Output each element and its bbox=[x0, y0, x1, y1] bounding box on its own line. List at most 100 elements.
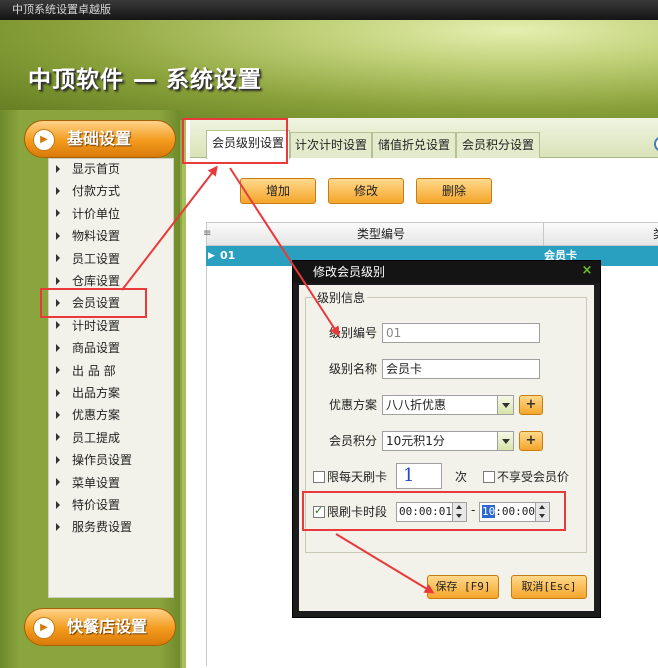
highlight-box-tab bbox=[182, 118, 288, 164]
dialog-body: 级别信息 级别编号 01 级别名称 会员卡 优惠方案 八八折优惠 + 会员积分 … bbox=[299, 285, 594, 611]
dialog-title: 修改会员级别 bbox=[293, 261, 600, 283]
sidebar-item-label: 仓库设置 bbox=[72, 274, 121, 288]
caret-right-icon bbox=[56, 209, 60, 218]
sidebar-item-label: 商品设置 bbox=[72, 341, 121, 356]
highlight-box-time-limit bbox=[302, 491, 566, 531]
grid-col-divider bbox=[543, 223, 544, 245]
edit-button[interactable]: 修改 bbox=[328, 178, 404, 204]
no-member-price-label: 不享受会员价 bbox=[497, 470, 570, 484]
row-code: 01 bbox=[220, 249, 236, 262]
sidebar-group-label: 基础设置 bbox=[67, 129, 132, 148]
sidebar-item-label: 员工提成 bbox=[72, 430, 121, 445]
sidebar-item[interactable]: 计价单位 bbox=[56, 203, 120, 225]
edit-member-level-dialog: 修改会员级别 × 级别信息 级别编号 01 级别名称 会员卡 优惠方案 八八折优… bbox=[292, 260, 601, 618]
caret-right-icon bbox=[56, 478, 60, 487]
sidebar-item[interactable]: 菜单设置 bbox=[56, 472, 120, 494]
cancel-button[interactable]: 取消[Esc] bbox=[511, 575, 587, 599]
sidebar-item[interactable]: 出 品 部 bbox=[56, 360, 116, 382]
sidebar-item[interactable]: 商品设置 bbox=[56, 337, 120, 359]
sidebar-item[interactable]: 员工提成 bbox=[56, 427, 120, 449]
grid-corner-icon: ≡ bbox=[203, 228, 212, 239]
sidebar-item-label: 显示首页 bbox=[72, 162, 121, 176]
caret-right-icon bbox=[56, 321, 60, 330]
group-label: 级别信息 bbox=[315, 289, 368, 306]
sidebar-item-label: 优惠方案 bbox=[72, 408, 121, 423]
sidebar-group-label: 快餐店设置 bbox=[67, 617, 148, 636]
highlight-box-member-settings bbox=[40, 288, 147, 318]
chevron-down-icon[interactable] bbox=[497, 396, 513, 414]
caret-right-icon bbox=[56, 500, 60, 509]
expand-icon: ▶ bbox=[33, 129, 55, 151]
sidebar-item[interactable]: 特价设置 bbox=[56, 494, 120, 516]
expand-icon: ▶ bbox=[33, 617, 55, 639]
sidebar-item-label: 菜单设置 bbox=[72, 475, 121, 490]
caret-right-icon bbox=[56, 164, 60, 173]
chevron-down-icon[interactable] bbox=[497, 432, 513, 450]
caret-right-icon bbox=[56, 231, 60, 240]
grid-divider bbox=[206, 266, 207, 666]
discount-select[interactable]: 八八折优惠 bbox=[382, 395, 514, 415]
no-member-price-checkbox[interactable] bbox=[483, 471, 495, 483]
tab-stored-value[interactable]: 储值折兑设置 bbox=[372, 132, 456, 158]
grid-col-type[interactable]: 类 bbox=[653, 223, 658, 245]
sidebar-group-fastfood[interactable]: ▶ 快餐店设置 bbox=[24, 608, 176, 646]
grid-col-code[interactable]: 类型编号 bbox=[357, 223, 405, 245]
sidebar-item[interactable]: 显示首页 bbox=[56, 158, 120, 180]
sidebar-item[interactable]: 出品方案 bbox=[56, 382, 120, 404]
daily-limit-label: 限每天刷卡 bbox=[327, 470, 388, 484]
row-pointer-icon: ▶ bbox=[208, 251, 215, 261]
level-code-field[interactable]: 01 bbox=[382, 323, 540, 343]
sidebar-item[interactable]: 操作员设置 bbox=[56, 449, 132, 471]
discount-value: 八八折优惠 bbox=[386, 398, 447, 412]
caret-right-icon bbox=[56, 343, 60, 352]
sidebar-item-label: 物料设置 bbox=[72, 229, 121, 244]
tab-scroll-icon[interactable] bbox=[654, 136, 658, 152]
caret-right-icon bbox=[56, 455, 60, 464]
times-label: 次 bbox=[455, 470, 468, 484]
sidebar-item[interactable]: 优惠方案 bbox=[56, 404, 120, 426]
sidebar-item-label: 出 品 部 bbox=[72, 363, 116, 378]
sidebar-group-basic[interactable]: ▶ 基础设置 bbox=[24, 120, 176, 158]
sidebar-item-label: 计时设置 bbox=[72, 318, 121, 333]
caret-right-icon bbox=[56, 366, 60, 375]
sidebar-item-label: 服务费设置 bbox=[72, 520, 133, 535]
sidebar-item-label: 计价单位 bbox=[72, 206, 121, 221]
level-name-field[interactable]: 会员卡 bbox=[382, 359, 540, 379]
caret-right-icon bbox=[56, 522, 60, 531]
caret-right-icon bbox=[56, 388, 60, 397]
page-title: 中顶软件 — 系统设置 bbox=[28, 67, 263, 93]
points-value: 10元积1分 bbox=[386, 434, 445, 448]
add-points-button[interactable]: + bbox=[519, 431, 543, 451]
caret-right-icon bbox=[56, 276, 60, 285]
close-icon[interactable]: × bbox=[580, 264, 594, 278]
points-select[interactable]: 10元积1分 bbox=[382, 431, 514, 451]
tab-count-timing[interactable]: 计次计时设置 bbox=[290, 132, 372, 158]
add-button[interactable]: 增加 bbox=[240, 178, 316, 204]
sidebar-item[interactable]: 服务费设置 bbox=[56, 516, 132, 538]
caret-right-icon bbox=[56, 186, 60, 195]
sidebar-item-label: 出品方案 bbox=[72, 386, 121, 400]
sidebar-item[interactable]: 员工设置 bbox=[56, 248, 120, 270]
tab-member-points[interactable]: 会员积分设置 bbox=[456, 132, 540, 158]
add-discount-button[interactable]: + bbox=[519, 395, 543, 415]
caret-right-icon bbox=[56, 254, 60, 263]
name-label: 级别名称 bbox=[329, 362, 378, 376]
sidebar-item-label: 付款方式 bbox=[72, 184, 121, 199]
save-button[interactable]: 保存 [F9] bbox=[427, 575, 499, 599]
window-title: 中顶系统设置卓越版 bbox=[0, 0, 658, 20]
points-label: 会员积分 bbox=[329, 434, 378, 448]
sidebar-item-label: 员工设置 bbox=[72, 251, 121, 266]
caret-right-icon bbox=[56, 433, 60, 442]
sidebar-item[interactable]: 物料设置 bbox=[56, 225, 120, 247]
sidebar-item-label: 操作员设置 bbox=[72, 453, 133, 468]
sidebar-item-label: 特价设置 bbox=[72, 498, 121, 512]
grid-header: ≡ 类型编号 类 bbox=[203, 222, 658, 246]
daily-count-field[interactable]: 1 bbox=[396, 463, 442, 489]
discount-label: 优惠方案 bbox=[329, 398, 378, 412]
caret-right-icon bbox=[56, 410, 60, 419]
code-label: 级别编号 bbox=[329, 326, 378, 340]
sidebar-item[interactable]: 付款方式 bbox=[56, 180, 120, 202]
daily-limit-checkbox[interactable] bbox=[313, 471, 325, 483]
sidebar-item[interactable]: 计时设置 bbox=[56, 315, 120, 337]
delete-button[interactable]: 删除 bbox=[416, 178, 492, 204]
